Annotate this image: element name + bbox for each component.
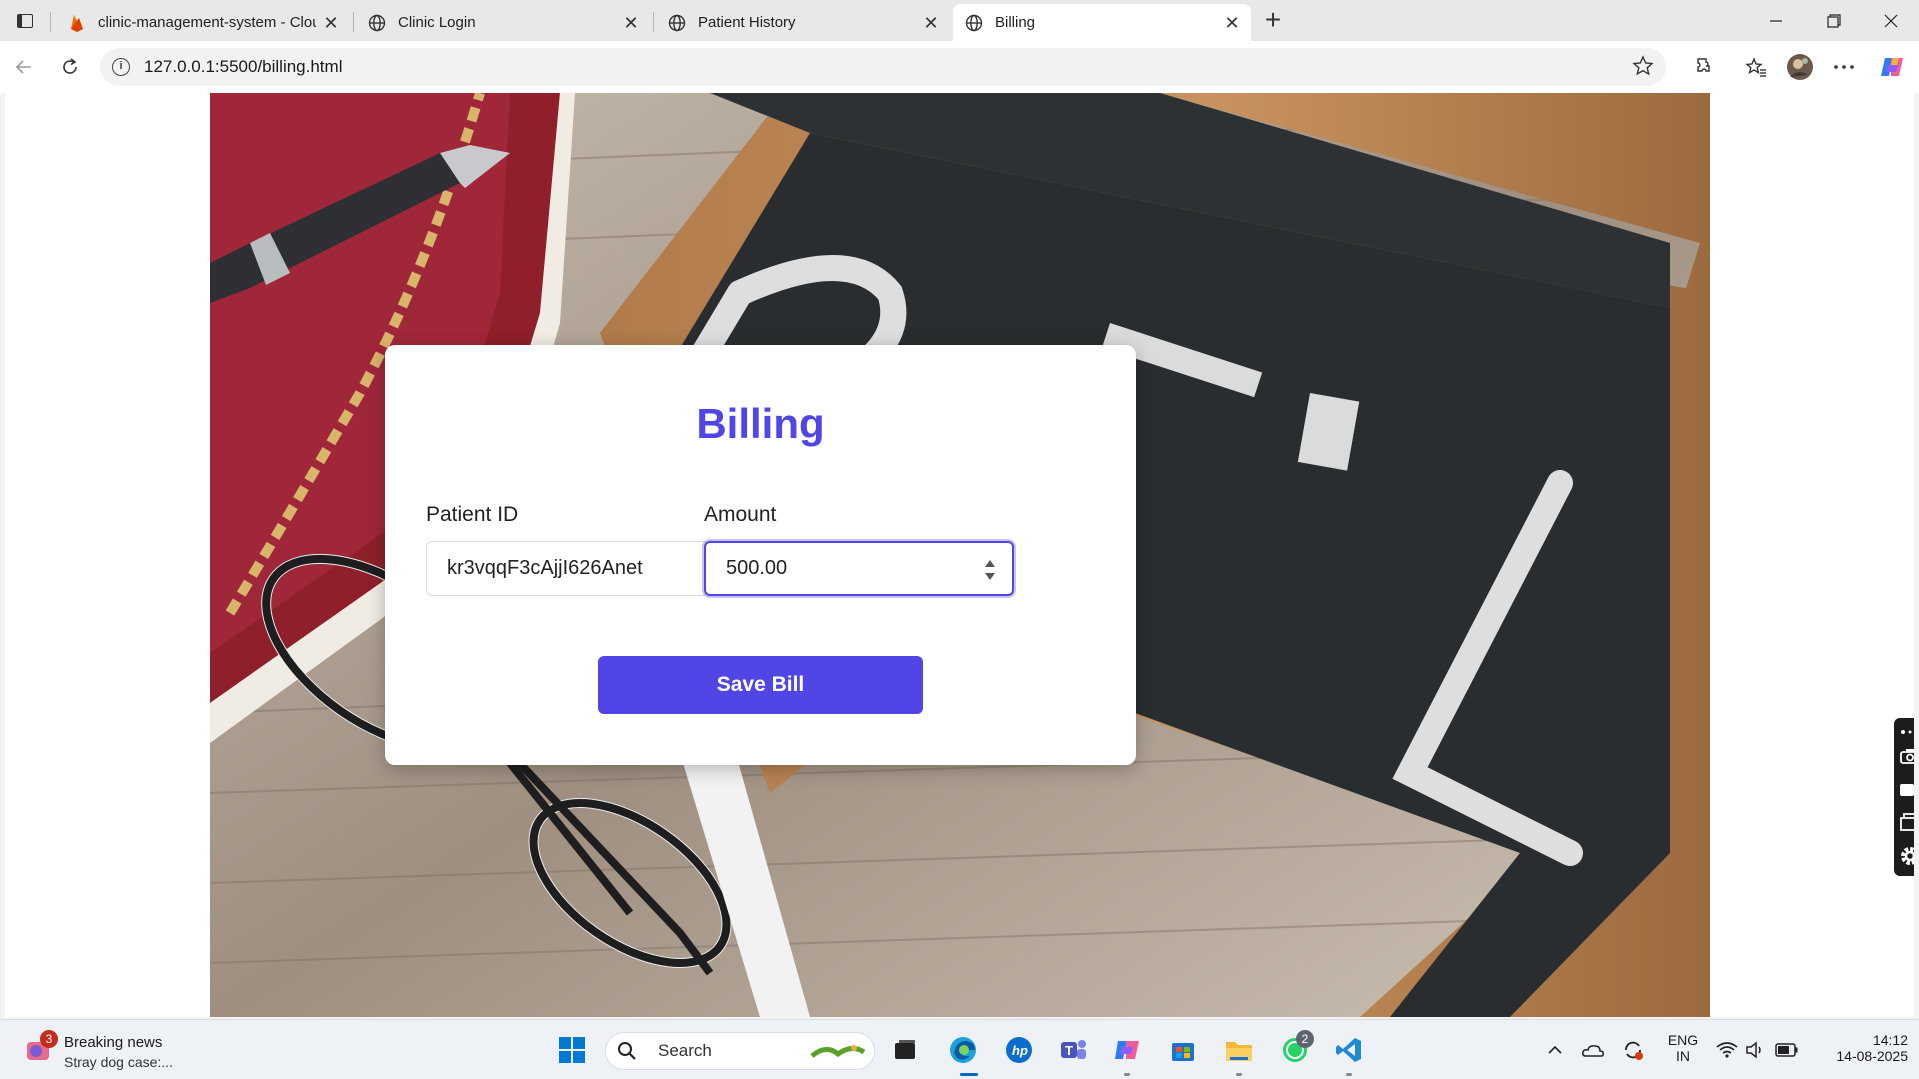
page-title: Billing: [696, 400, 825, 447]
globe-icon: [668, 14, 686, 32]
tab-actions-icon: [17, 14, 33, 28]
windows-start-icon[interactable]: [555, 1033, 589, 1067]
site-info-icon[interactable]: i: [112, 58, 130, 76]
clock-time: 14:12: [1872, 1032, 1908, 1048]
clock[interactable]: 14:12 14-08-2025: [1812, 1032, 1908, 1064]
more-options-icon[interactable]: [1830, 53, 1858, 81]
tab-title: Patient History: [698, 14, 796, 31]
svg-text:T: T: [1065, 1043, 1073, 1058]
url-text: 127.0.0.1:5500/billing.html: [144, 57, 343, 76]
widget-menu-icon[interactable]: [1899, 722, 1914, 742]
new-tab-button[interactable]: +: [1258, 6, 1288, 36]
number-spinner-icon[interactable]: [984, 560, 996, 580]
restore-button[interactable]: [1806, 0, 1862, 41]
app-indicator: [1346, 1073, 1352, 1076]
whatsapp-badge: 2: [1296, 1030, 1314, 1048]
app-indicator: [1236, 1073, 1242, 1076]
patient-id-input[interactable]: kr3vqqF3cAjjI626Anet: [426, 541, 736, 596]
extensions-icon[interactable]: [1690, 53, 1718, 81]
clock-date: 14-08-2025: [1836, 1048, 1908, 1064]
task-view-icon[interactable]: [888, 1033, 922, 1067]
amount-input[interactable]: 500.00: [704, 541, 1014, 596]
back-arrow-icon: [15, 60, 31, 74]
svg-text:hp: hp: [1012, 1043, 1028, 1058]
language-code: ENG: [1667, 1032, 1699, 1048]
teams-icon[interactable]: T: [1056, 1033, 1090, 1067]
copilot-icon[interactable]: [1878, 53, 1906, 81]
settings-gear-icon[interactable]: [1899, 846, 1914, 866]
browser-toolbar: i 127.0.0.1:5500/billing.html: [0, 41, 1919, 93]
tab-title: Billing: [995, 14, 1036, 31]
globe-icon: [368, 14, 386, 32]
reload-icon: [63, 58, 77, 74]
news-badge: 3: [40, 1030, 58, 1048]
close-window-button[interactable]: [1863, 0, 1919, 41]
tab-separator: [50, 12, 51, 32]
profile-avatar[interactable]: [1786, 53, 1814, 81]
tab-actions-button[interactable]: [10, 8, 40, 34]
tab-patient-history[interactable]: Patient History ✕: [656, 4, 950, 41]
language-region: IN: [1676, 1048, 1690, 1064]
reload-button[interactable]: [54, 51, 86, 83]
amount-label: Amount: [704, 503, 777, 526]
close-icon[interactable]: ✕: [922, 14, 940, 32]
store-icon[interactable]: [1166, 1033, 1200, 1067]
vscode-icon[interactable]: [1332, 1033, 1366, 1067]
close-icon[interactable]: ✕: [1223, 14, 1241, 32]
windows-taskbar: 3 Breaking news Stray dog case:... Searc…: [0, 1019, 1919, 1079]
billing-form-card: Billing Patient ID kr3vqqF3cAjjI626Anet …: [385, 345, 1136, 765]
amount-value: 500.00: [726, 557, 788, 579]
restore-icon: [1827, 13, 1841, 28]
battery-icon[interactable]: [1770, 1033, 1804, 1067]
edge-browser-icon[interactable]: [946, 1033, 980, 1067]
tab-billing[interactable]: Billing ✕: [953, 4, 1251, 41]
patient-id-label: Patient ID: [426, 503, 519, 526]
address-bar[interactable]: i 127.0.0.1:5500/billing.html: [100, 48, 1666, 86]
copilot-app-icon[interactable]: [1110, 1033, 1144, 1067]
language-indicator[interactable]: ENG IN: [1665, 1032, 1701, 1064]
tab-separator: [353, 12, 354, 32]
chevron-up-icon[interactable]: [1538, 1033, 1572, 1067]
screen-capture-widget: [1894, 718, 1914, 876]
firebase-icon: [68, 14, 86, 32]
tab-title: clinic-management-system - Clou: [98, 14, 316, 31]
close-icon[interactable]: ✕: [622, 14, 640, 32]
onedrive-icon[interactable]: [1576, 1033, 1610, 1067]
favorites-icon[interactable]: [1742, 53, 1770, 81]
save-bill-button[interactable]: Save Bill: [598, 656, 923, 714]
tab-title: Clinic Login: [398, 14, 476, 31]
patient-id-value: kr3vqqF3cAjjI626Anet: [447, 557, 643, 579]
tab-clinic-login[interactable]: Clinic Login ✕: [356, 4, 650, 41]
back-button[interactable]: [8, 51, 40, 83]
screen-record-icon[interactable]: [1899, 812, 1914, 832]
close-icon: [1884, 14, 1898, 27]
taskbar-search[interactable]: Search: [605, 1032, 875, 1070]
news-title[interactable]: Breaking news: [64, 1034, 162, 1051]
file-explorer-icon[interactable]: [1222, 1033, 1256, 1067]
favorite-star-icon[interactable]: [1632, 55, 1654, 82]
hp-icon[interactable]: hp: [1002, 1033, 1036, 1067]
search-highlight-icon: [810, 1045, 866, 1058]
volume-icon[interactable]: [1738, 1033, 1772, 1067]
tab-firebase[interactable]: clinic-management-system - Clou ✕: [56, 4, 350, 41]
globe-icon: [965, 14, 983, 32]
page-viewport: Billing Patient ID kr3vqqF3cAjjI626Anet …: [5, 93, 1914, 1017]
tab-separator: [653, 12, 654, 32]
search-icon: [618, 1042, 636, 1060]
active-app-indicator: [960, 1073, 978, 1076]
tab-strip: clinic-management-system - Clou ✕ Clinic…: [0, 0, 1919, 41]
sync-icon[interactable]: [1616, 1033, 1650, 1067]
minimize-button[interactable]: [1748, 0, 1804, 41]
news-subtitle[interactable]: Stray dog case:...: [64, 1054, 173, 1070]
app-indicator: [1124, 1073, 1130, 1076]
search-placeholder: Search: [658, 1041, 712, 1060]
video-icon[interactable]: [1899, 780, 1914, 800]
camera-icon[interactable]: [1899, 746, 1914, 766]
close-icon[interactable]: ✕: [322, 14, 340, 32]
minimize-icon: [1770, 19, 1782, 22]
